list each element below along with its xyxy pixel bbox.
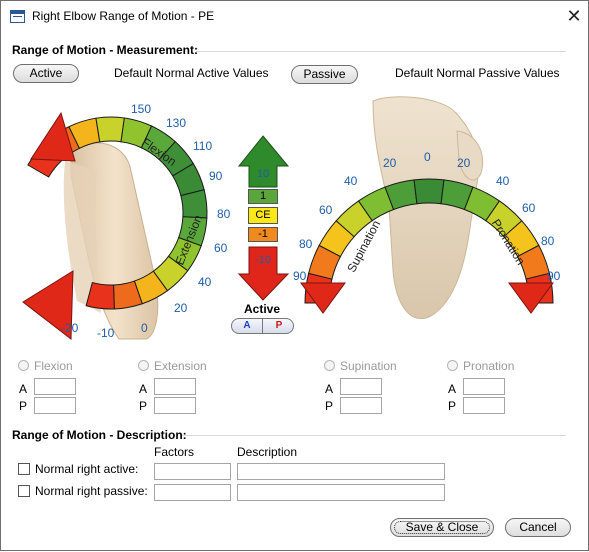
active-letter: A: [139, 382, 148, 396]
cancel-button[interactable]: Cancel: [505, 518, 571, 537]
rotation-tick-label: 80: [541, 234, 555, 248]
normal-passive-description-field[interactable]: [237, 484, 445, 501]
description-header: Description: [237, 445, 298, 459]
flexion-radio-label: Flexion: [34, 359, 73, 373]
supination-radio-label: Supination: [340, 359, 397, 373]
pronation-active-field[interactable]: [463, 378, 505, 395]
section-divider: [182, 435, 566, 436]
extension-radio[interactable]: [138, 360, 149, 371]
pronation-radio[interactable]: [447, 360, 458, 371]
normal-active-checkbox[interactable]: [18, 463, 30, 475]
indicator-box: 1: [248, 189, 278, 204]
rotation-tick-label: 60: [319, 203, 333, 217]
indicator-bottom-value: -10: [255, 254, 271, 266]
normal-active-description-field[interactable]: [237, 463, 445, 480]
extension-radio-label: Extension: [154, 359, 207, 373]
flexion-tick-label: 0: [141, 321, 148, 335]
indicator-top-value: 10: [257, 168, 269, 180]
flexion-tick-label: 130: [166, 116, 187, 130]
passive-letter: P: [448, 399, 457, 413]
rotation-tick-label: 90: [547, 269, 561, 283]
flexion-tick-label: 20: [174, 301, 188, 315]
flexion-tick-label: 60: [214, 241, 228, 255]
description-section-title: Range of Motion - Description:: [12, 428, 187, 442]
supination-radio[interactable]: [324, 360, 335, 371]
flexion-arrowhead: [30, 111, 76, 162]
active-letter: A: [19, 382, 28, 396]
normal-passive-checkbox[interactable]: [18, 485, 30, 497]
pronation-radio-label: Pronation: [463, 359, 515, 373]
extension-active-field[interactable]: [154, 378, 196, 395]
active-letter: A: [325, 382, 334, 396]
rotation-tick-label: 80: [299, 237, 313, 251]
toggle-passive-option[interactable]: P: [264, 319, 293, 333]
passive-letter: P: [139, 399, 148, 413]
active-letter: A: [448, 382, 457, 396]
extension-passive-field[interactable]: [154, 397, 196, 414]
supination-active-field[interactable]: [340, 378, 382, 395]
flexion-tick-label: 110: [193, 139, 213, 153]
flexion-tick-label: 90: [209, 169, 223, 183]
flexion-tick-label: 40: [198, 275, 212, 289]
indicator-box: -1: [248, 227, 278, 242]
rotation-tick-label: 20: [383, 156, 397, 170]
rotation-tick-label: 40: [344, 174, 358, 188]
flexion-tick-label: -10: [97, 326, 115, 340]
normal-passive-label: Normal right passive:: [35, 484, 148, 498]
save-close-button[interactable]: Save & Close: [390, 518, 494, 537]
rotation-arc-segment: [413, 178, 445, 205]
flexion-passive-field[interactable]: [34, 397, 76, 414]
flexion-tick-label: 150: [131, 102, 152, 116]
flexion-tick-label: 80: [217, 207, 231, 221]
normal-passive-factors-field[interactable]: [154, 484, 231, 501]
indicator-mode-label: Active: [244, 302, 281, 316]
passive-letter: P: [19, 399, 28, 413]
normal-active-factors-field[interactable]: [154, 463, 231, 480]
toggle-active-option[interactable]: A: [232, 319, 263, 333]
passive-letter: P: [325, 399, 334, 413]
indicator-box: CE: [248, 207, 278, 224]
supination-passive-field[interactable]: [340, 397, 382, 414]
flexion-tick-label: -20: [61, 321, 79, 335]
normal-active-label: Normal right active:: [35, 462, 139, 476]
rotation-tick-label: 90: [293, 269, 307, 283]
flexion-radio[interactable]: [18, 360, 29, 371]
rotation-tick-label: 60: [522, 201, 536, 215]
pronation-passive-field[interactable]: [463, 397, 505, 414]
flexion-arc-segment: [95, 116, 125, 143]
dialog-window: Right Elbow Range of Motion - PE ✕ Range…: [0, 0, 589, 551]
active-passive-toggle[interactable]: A P: [231, 318, 294, 334]
factors-header: Factors: [154, 445, 195, 459]
rotation-tick-label: 20: [457, 156, 471, 170]
flexion-active-field[interactable]: [34, 378, 76, 395]
rotation-tick-label: 0: [424, 150, 431, 164]
rotation-tick-label: 40: [496, 174, 510, 188]
